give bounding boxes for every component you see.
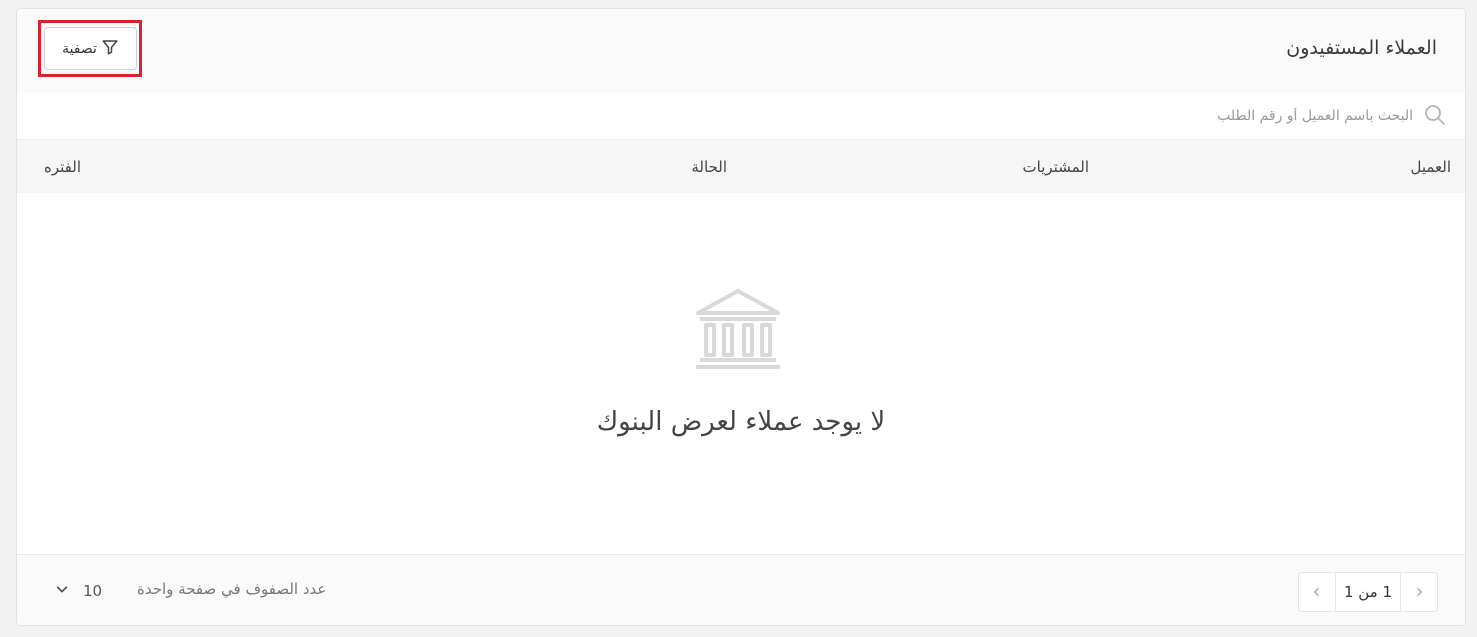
search-input[interactable] bbox=[893, 101, 1413, 131]
search-bar bbox=[17, 93, 1465, 139]
column-header-client: العميل bbox=[1410, 158, 1451, 176]
table-footer: 1 من 1 عدد الصفوف في صفحة واحدة 10 bbox=[17, 554, 1465, 625]
previous-page-button[interactable] bbox=[1401, 573, 1437, 611]
table-header: العميل المشتريات الحالة الفتره bbox=[17, 139, 1465, 193]
chevron-right-icon bbox=[1417, 587, 1423, 597]
search-icon bbox=[1423, 103, 1447, 127]
pagination: 1 من 1 bbox=[1298, 572, 1438, 612]
empty-state-message: لا يوجد عملاء لعرض البنوك bbox=[596, 407, 886, 437]
filter-button[interactable]: تصفية bbox=[44, 27, 137, 70]
chevron-down-icon bbox=[55, 582, 69, 600]
column-header-period: الفتره bbox=[44, 158, 81, 176]
page-info: 1 من 1 bbox=[1335, 573, 1401, 611]
column-header-purchases: المشتريات bbox=[1022, 158, 1089, 176]
filter-button-label: تصفية bbox=[62, 40, 97, 57]
chevron-left-icon bbox=[1313, 587, 1319, 597]
bank-icon bbox=[692, 287, 784, 371]
column-header-status: الحالة bbox=[691, 158, 727, 176]
rows-per-page-value: 10 bbox=[83, 582, 103, 600]
beneficiary-clients-card: العملاء المستفيدون تصفية العميل المشتريا… bbox=[16, 8, 1466, 626]
card-header: العملاء المستفيدون تصفية bbox=[17, 9, 1465, 93]
rows-per-page-label: عدد الصفوف في صفحة واحدة bbox=[137, 580, 327, 598]
filter-icon bbox=[101, 38, 119, 60]
page-title: العملاء المستفيدون bbox=[1286, 37, 1437, 59]
rows-per-page-select[interactable]: 10 bbox=[55, 577, 127, 605]
next-page-button[interactable] bbox=[1299, 573, 1335, 611]
table-body-empty-state: لا يوجد عملاء لعرض البنوك bbox=[17, 193, 1465, 554]
